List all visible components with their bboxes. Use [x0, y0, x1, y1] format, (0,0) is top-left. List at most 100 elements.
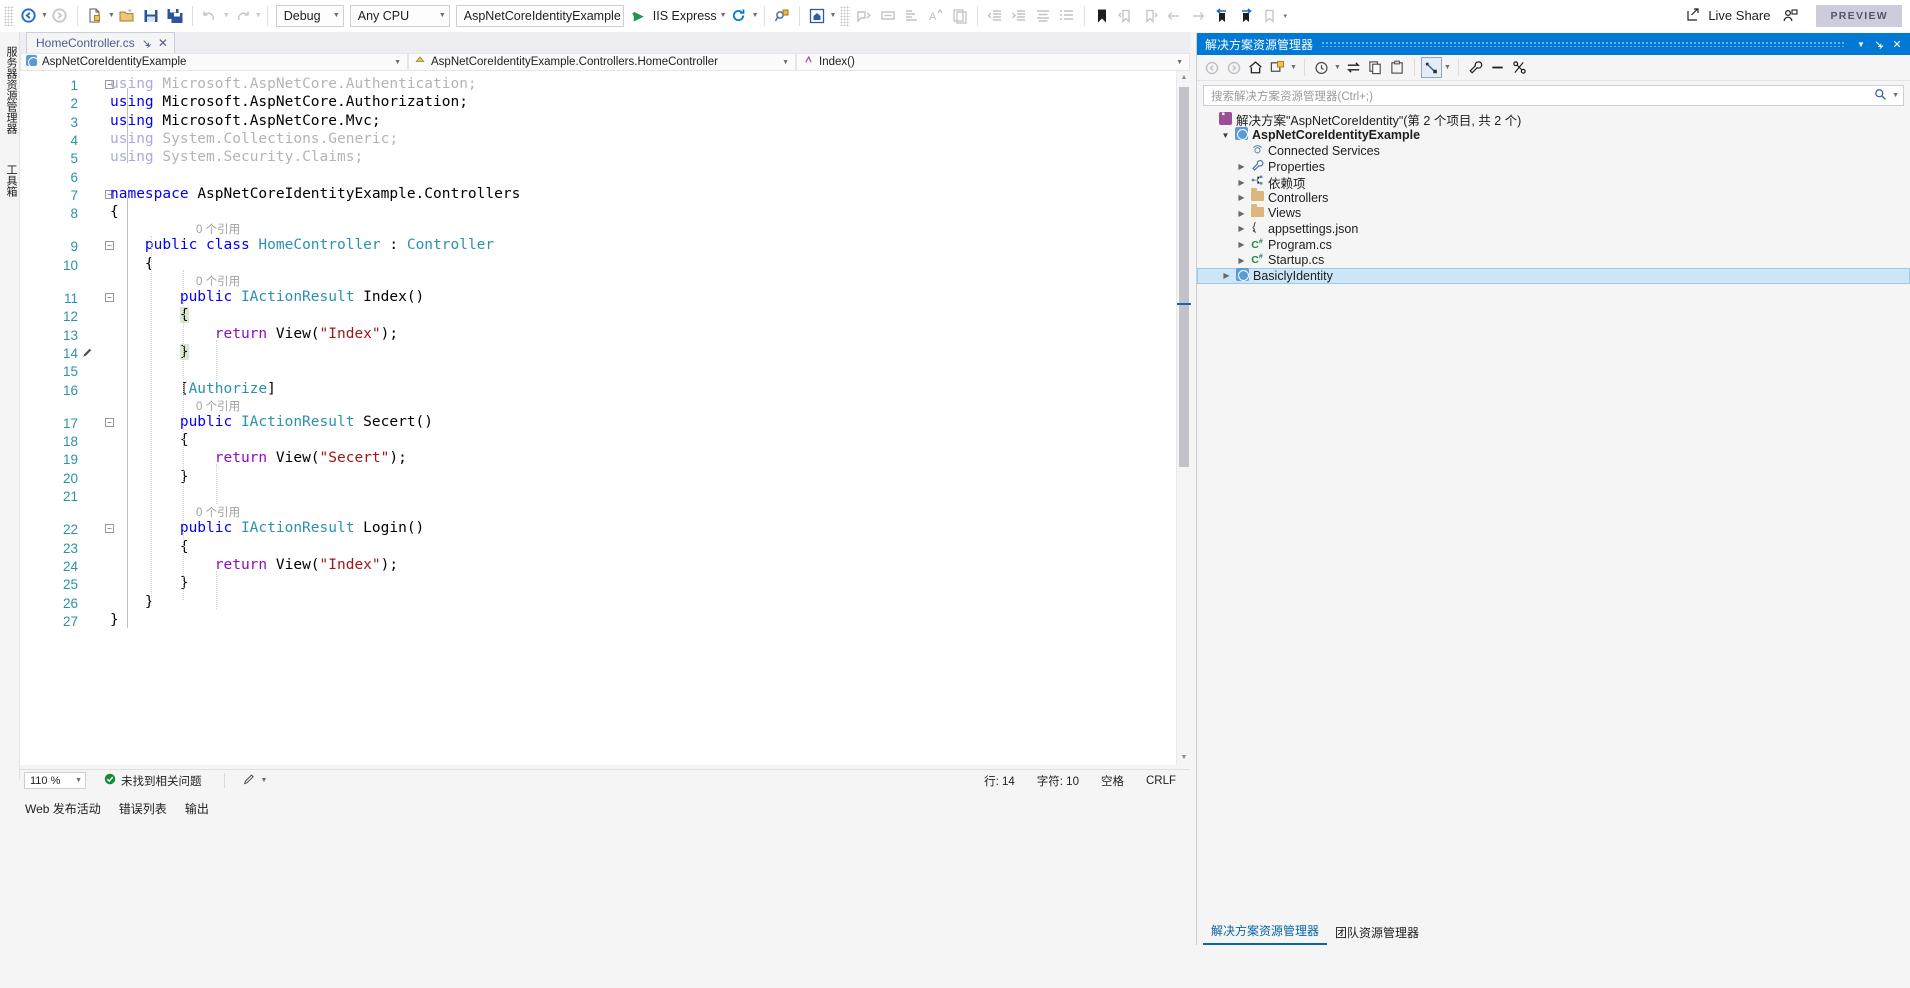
chevron-down-icon[interactable]: ▼	[1443, 64, 1452, 71]
code-line[interactable]: }	[110, 343, 189, 361]
paste-icon[interactable]	[1387, 57, 1408, 78]
view-class-diagram-icon[interactable]	[1509, 57, 1530, 78]
code-line[interactable]: namespace AspNetCoreIdentityExample.Cont…	[110, 185, 520, 203]
quick-actions-pencil-icon[interactable]	[82, 346, 93, 364]
project-dropdown[interactable]: AspNetCoreIdentityExample ▼	[20, 53, 408, 71]
scroll-down-arrow-icon[interactable]: ▼	[1177, 751, 1191, 765]
code-line[interactable]: return View("Index");	[110, 325, 398, 343]
minus-icon[interactable]	[1487, 57, 1508, 78]
live-share-button[interactable]: Live Share	[1678, 6, 1778, 25]
code-line[interactable]: public IActionResult Login()	[110, 519, 424, 537]
code-line[interactable]: using System.Collections.Generic;	[110, 130, 398, 148]
chevron-down-icon[interactable]: ▼	[1289, 64, 1298, 71]
tab-homecontroller-cs[interactable]: HomeController.cs ⇥ ✕	[26, 32, 175, 53]
open-folder-icon[interactable]	[115, 4, 139, 28]
send-feedback-icon[interactable]	[1778, 4, 1802, 28]
tree-item[interactable]: 解决方案"AspNetCoreIdentity"(第 2 个项目, 共 2 个)	[1197, 112, 1910, 128]
expand-arrow-closed-icon[interactable]: ▶	[1235, 193, 1248, 202]
eol-indicator[interactable]: CRLF	[1146, 775, 1176, 787]
code-line[interactable]: {	[110, 306, 189, 324]
bookmark-toggle-icon[interactable]	[1234, 4, 1258, 28]
tree-item[interactable]: ▼AspNetCoreIdentityExample	[1197, 128, 1910, 144]
chevron-down-icon[interactable]: ▼	[1333, 64, 1342, 71]
code-line[interactable]: return View("Secert");	[110, 449, 407, 467]
code-line[interactable]: using Microsoft.AspNetCore.Authenticatio…	[110, 75, 477, 93]
scrollbar-thumb[interactable]	[1179, 87, 1189, 467]
platform-dropdown[interactable]: Any CPU ▼	[350, 5, 450, 27]
pending-changes-icon[interactable]	[1311, 57, 1332, 78]
tree-item[interactable]: ▶C#Startup.cs	[1197, 252, 1910, 268]
quick-actions-status[interactable]: ▼	[243, 773, 268, 789]
code-line[interactable]: }	[110, 593, 154, 611]
expand-arrow-closed-icon[interactable]: ▶	[1235, 240, 1248, 249]
back-arrow-icon[interactable]	[16, 4, 40, 28]
title-drag-dots[interactable]	[1321, 41, 1844, 47]
code-editor[interactable]: 1−using Microsoft.AspNetCore.Authenticat…	[20, 71, 1190, 765]
code-line[interactable]: }	[110, 611, 119, 629]
solution-explorer-title-bar[interactable]: 解决方案资源管理器 ▼ ⇥ ✕	[1197, 33, 1910, 55]
code-line[interactable]: using System.Security.Claims;	[110, 148, 363, 166]
member-dropdown[interactable]: Index() ▼	[796, 53, 1190, 71]
home-overflow-caret[interactable]: ▼	[830, 12, 837, 19]
tree-item[interactable]: Connected Services	[1197, 143, 1910, 159]
home-icon[interactable]	[1245, 57, 1266, 78]
search-input[interactable]: 搜索解决方案资源管理器(Ctrl+;) ▼	[1203, 85, 1904, 106]
tree-item[interactable]: ▶依赖项	[1197, 174, 1910, 190]
properties-wrench-icon[interactable]	[1465, 57, 1486, 78]
preview-badge[interactable]: PREVIEW	[1816, 5, 1902, 27]
code-line[interactable]: }	[110, 574, 189, 592]
chevron-down-icon[interactable]: ▼	[1887, 92, 1899, 99]
expand-arrow-closed-icon[interactable]: ▶	[1235, 178, 1248, 187]
close-x-icon[interactable]: ✕	[158, 36, 168, 50]
chevron-down-icon[interactable]: ▼	[1852, 40, 1870, 49]
chevron-down-icon[interactable]: ▼	[261, 777, 268, 784]
dock-tab-0[interactable]: Web 发布活动	[16, 796, 110, 821]
show-all-files-icon[interactable]	[1421, 57, 1442, 78]
attach-to-process-icon[interactable]	[770, 4, 794, 28]
copy-icon[interactable]	[1365, 57, 1386, 78]
sync-icon[interactable]	[1343, 57, 1364, 78]
collapse-all-icon[interactable]	[1267, 57, 1288, 78]
tree-item[interactable]: ▶Views	[1197, 206, 1910, 222]
dock-tab-1[interactable]: 错误列表	[110, 796, 176, 821]
run-dropdown-caret[interactable]: ▼	[720, 12, 727, 19]
configuration-dropdown[interactable]: Debug ▼	[276, 5, 344, 27]
solution-tree[interactable]: 解决方案"AspNetCoreIdentity"(第 2 个项目, 共 2 个)…	[1197, 108, 1910, 284]
toolbar-overflow-icon[interactable]: ▾	[1283, 12, 1287, 20]
search-magnifier-icon[interactable]	[1874, 88, 1887, 104]
dock-tab-2[interactable]: 输出	[176, 796, 218, 821]
refresh-dropdown-caret[interactable]: ▼	[752, 12, 759, 19]
tree-item[interactable]: ▶appsettings.json	[1197, 221, 1910, 237]
footer-tab-solution-explorer[interactable]: 解决方案资源管理器	[1203, 919, 1327, 945]
pin-icon[interactable]: ⇥	[138, 35, 154, 51]
refresh-circle-icon[interactable]	[727, 4, 751, 28]
tree-item[interactable]: ▶C#Program.cs	[1197, 237, 1910, 253]
new-file-icon[interactable]	[83, 4, 107, 28]
code-line[interactable]: {	[110, 538, 189, 556]
new-dropdown-caret[interactable]: ▼	[108, 12, 115, 19]
bookmark-clear-icon[interactable]	[1210, 4, 1234, 28]
code-line[interactable]: public IActionResult Secert()	[110, 413, 433, 431]
code-line[interactable]: using Microsoft.AspNetCore.Mvc;	[110, 112, 381, 130]
tree-item[interactable]: ▶Controllers	[1197, 190, 1910, 206]
code-line[interactable]: }	[110, 468, 189, 486]
type-dropdown[interactable]: AspNetCoreIdentityExample.Controllers.Ho…	[408, 53, 796, 71]
server-explorer-strip[interactable]: 服务器资源管理器	[3, 32, 19, 134]
code-line[interactable]: public class HomeController : Controller	[110, 236, 494, 254]
code-line[interactable]: public IActionResult Index()	[110, 288, 424, 306]
expand-arrow-closed-icon[interactable]: ▶	[1235, 224, 1248, 233]
back-dropdown-caret[interactable]: ▼	[41, 12, 48, 19]
play-triangle-icon[interactable]: ▶	[627, 4, 651, 28]
tree-item-selected[interactable]: ▶BasiclyIdentity	[1197, 268, 1910, 284]
run-target-label[interactable]: IIS Express	[651, 9, 719, 23]
expand-arrow-closed-icon[interactable]: ▶	[1235, 162, 1248, 171]
pin-icon[interactable]: ⇥	[1868, 33, 1890, 55]
editor-toolbar-grip[interactable]	[840, 6, 850, 26]
expand-arrow-open-icon[interactable]: ▼	[1219, 131, 1232, 140]
expand-arrow-closed-icon[interactable]: ▶	[1235, 256, 1248, 265]
save-disk-icon[interactable]	[139, 4, 163, 28]
indentation-indicator[interactable]: 空格	[1101, 773, 1124, 789]
scroll-up-arrow-icon[interactable]: ▲	[1177, 71, 1191, 85]
bookmark-icon[interactable]	[1090, 4, 1114, 28]
code-line[interactable]: [Authorize]	[110, 380, 276, 398]
